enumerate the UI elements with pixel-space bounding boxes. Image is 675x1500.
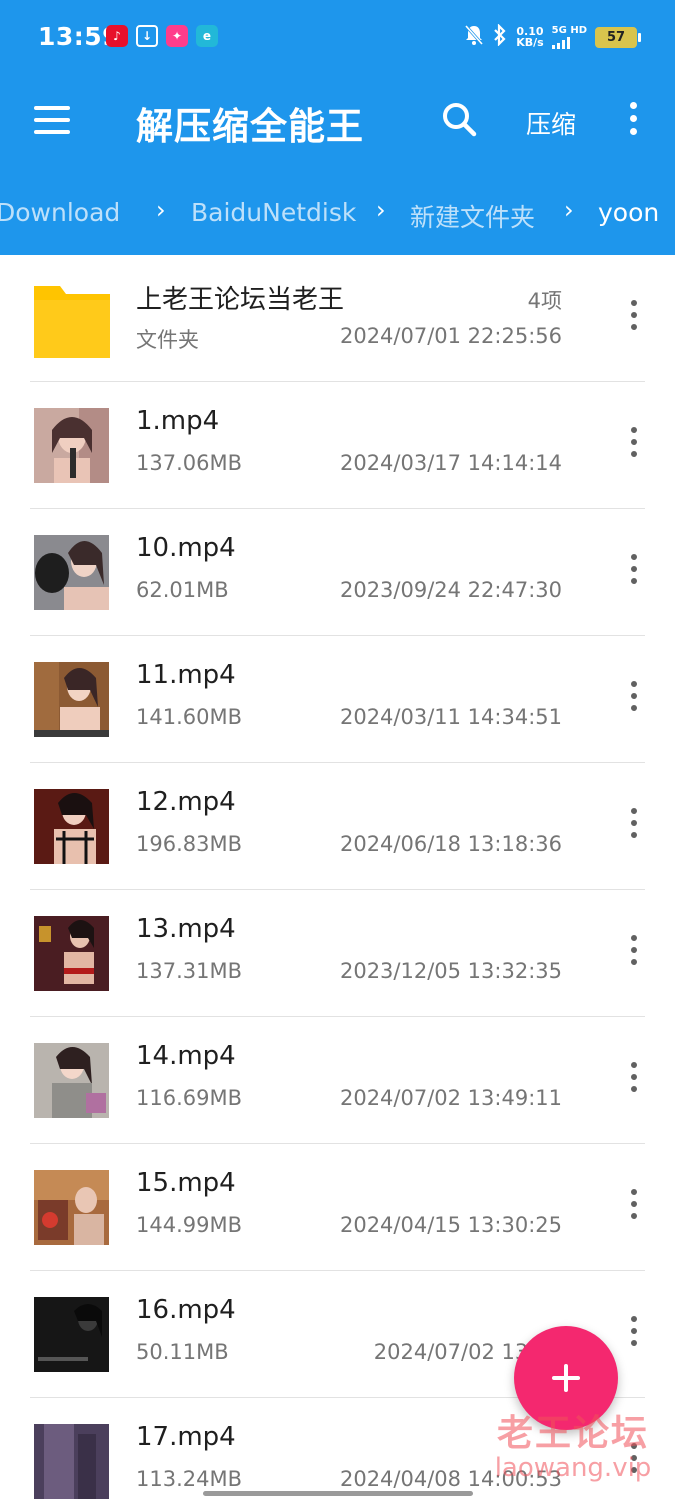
breadcrumb-item-new-folder[interactable]: 新建文件夹 [410,198,535,234]
file-date: 2024/06/18 13:18:36 [339,832,562,856]
breadcrumb-item-download[interactable]: Download [0,198,120,227]
list-item[interactable]: 15.mp4 144.99MB 2024/04/15 13:30:25 [0,1144,675,1271]
battery-icon: 57 [595,26,641,48]
breadcrumb-item-baidunetdisk[interactable]: BaiduNetdisk [191,198,356,227]
list-item[interactable]: 13.mp4 137.31MB 2023/12/05 13:32:35 [0,890,675,1017]
list-item[interactable]: 11.mp4 141.60MB 2024/03/11 14:34:51 [0,636,675,763]
netease-music-icon: ♪ [106,25,128,47]
more-vert-icon[interactable] [626,102,640,138]
chevron-right-icon: › [564,196,574,224]
file-date: 2024/07/02 13:49:11 [339,1086,562,1110]
video-thumbnail [34,789,109,864]
more-vert-icon[interactable] [628,554,640,590]
file-size: 141.60MB [136,705,243,729]
more-vert-icon[interactable] [628,681,640,717]
video-thumbnail [34,408,109,483]
breadcrumb-item-current[interactable]: yoon [598,198,659,227]
notification-icons: ♪ ↓ ✦ e [106,25,218,47]
file-size: 116.69MB [136,1086,243,1110]
file-name: 15.mp4 [136,1168,236,1198]
file-type: 文件夹 [136,328,199,352]
video-thumbnail [34,1170,109,1245]
more-vert-icon[interactable] [628,808,640,844]
net-speed: 0.10 KB/s [516,25,544,49]
more-vert-icon[interactable] [628,1443,640,1479]
file-size: 144.99MB [136,1213,243,1237]
signal-bars-icon [551,36,587,49]
more-vert-icon[interactable] [628,1316,640,1352]
app-header: 13:59 ♪ ↓ ✦ e 0.10 KB/s 5G HD 57 解压缩全能王 … [0,0,675,255]
more-vert-icon[interactable] [628,427,640,463]
file-list: 上老王论坛当老王 4项 文件夹 2024/07/01 22:25:56 1.mp… [0,255,675,1500]
hamburger-menu-icon[interactable] [34,106,70,134]
file-name: 1.mp4 [136,406,220,436]
signal-indicator: 5G HD [551,25,587,49]
app-title: 解压缩全能王 [136,105,364,148]
video-thumbnail [34,1297,109,1372]
file-size: 62.01MB [136,578,229,602]
status-right: 0.10 KB/s 5G HD 57 [464,23,641,50]
status-bar: 13:59 ♪ ↓ ✦ e 0.10 KB/s 5G HD 57 [0,0,675,72]
file-date: 2024/04/08 14:00:53 [339,1467,562,1491]
more-vert-icon[interactable] [628,935,640,971]
file-name: 11.mp4 [136,660,236,690]
folder-icon [34,282,110,358]
file-size: 196.83MB [136,832,243,856]
add-fab-button[interactable] [514,1326,618,1430]
mute-bell-icon [464,24,484,50]
video-thumbnail [34,535,109,610]
file-date: 2024/07/01 22:25:56 [339,324,562,348]
file-name: 13.mp4 [136,914,236,944]
search-icon[interactable] [440,100,480,140]
video-thumbnail [34,1043,109,1118]
compress-button[interactable]: 压缩 [526,105,576,141]
video-thumbnail [34,1424,109,1499]
file-name: 10.mp4 [136,533,236,563]
file-name: 上老王论坛当老王 [136,285,345,315]
toolbar: 解压缩全能王 压缩 [0,72,675,172]
list-item[interactable]: 10.mp4 62.01MB 2023/09/24 22:47:30 [0,509,675,636]
download-icon: ↓ [136,25,158,47]
item-count: 4项 [527,289,562,313]
file-name: 14.mp4 [136,1041,236,1071]
more-vert-icon[interactable] [628,300,640,336]
more-vert-icon[interactable] [628,1062,640,1098]
file-date: 2024/04/15 13:30:25 [339,1213,562,1237]
file-date: 2024/03/17 14:14:14 [339,451,562,475]
video-thumbnail [34,916,109,991]
file-date: 2023/09/24 22:47:30 [339,578,562,602]
file-size: 137.31MB [136,959,243,983]
file-date: 2023/12/05 13:32:35 [339,959,562,983]
file-size: 137.06MB [136,451,243,475]
pink-app-icon: ✦ [166,25,188,47]
list-item[interactable]: 1.mp4 137.06MB 2024/03/17 14:14:14 [0,382,675,509]
file-size: 50.11MB [136,1340,229,1364]
gesture-nav-handle[interactable] [203,1491,473,1496]
file-name: 17.mp4 [136,1422,236,1452]
list-item[interactable]: 14.mp4 116.69MB 2024/07/02 13:49:11 [0,1017,675,1144]
cyan-app-icon: e [196,25,218,47]
file-size: 113.24MB [136,1467,243,1491]
breadcrumb: Download › BaiduNetdisk › 新建文件夹 › yoon [0,192,675,240]
video-thumbnail [34,662,109,737]
list-item[interactable]: 12.mp4 196.83MB 2024/06/18 13:18:36 [0,763,675,890]
file-name: 12.mp4 [136,787,236,817]
file-name: 16.mp4 [136,1295,236,1325]
chevron-right-icon: › [376,196,386,224]
list-item-folder[interactable]: 上老王论坛当老王 4项 文件夹 2024/07/01 22:25:56 [0,255,675,382]
chevron-right-icon: › [156,196,166,224]
more-vert-icon[interactable] [628,1189,640,1225]
bluetooth-icon [492,23,508,50]
file-date: 2024/03/11 14:34:51 [339,705,562,729]
